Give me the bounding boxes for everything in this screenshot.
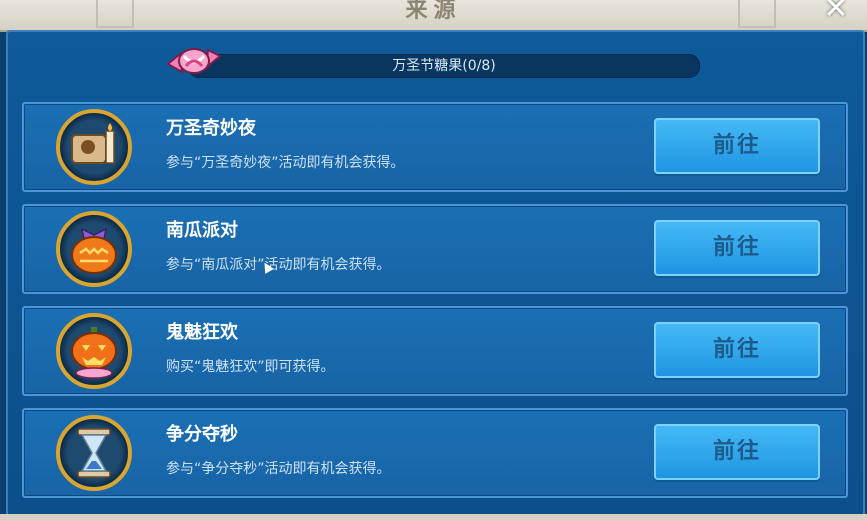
scroll-candle-icon — [56, 109, 132, 185]
candy-progress-label: 万圣节糖果(0/8) — [392, 58, 496, 74]
source-name: 南瓜派对 — [166, 220, 238, 241]
source-row-race-against-time: 争分夺秒 参与“争分夺秒”活动即有机会获得。 前往 — [22, 408, 848, 498]
source-name: 万圣奇妙夜 — [166, 118, 256, 139]
candy-progress-bar: 万圣节糖果(0/8) — [188, 54, 700, 78]
source-name: 争分夺秒 — [166, 424, 238, 445]
pumpkin-gift-icon — [56, 211, 132, 287]
source-desc: 购买“鬼魅狂欢”即可获得。 — [166, 359, 335, 375]
source-desc: 参与“争分夺秒”活动即有机会获得。 — [166, 461, 391, 477]
hourglass-icon — [56, 415, 132, 491]
title-bar: 来源 ✕ — [0, 0, 867, 32]
window-title: 来源 — [405, 0, 462, 23]
go-button[interactable]: 前往 — [654, 118, 820, 174]
close-button[interactable]: ✕ — [819, 0, 853, 24]
jack-o-lantern-icon — [56, 313, 132, 389]
source-row-pumpkin-party: 南瓜派对 参与“南瓜派对”活动即有机会获得。 前往 — [22, 204, 848, 294]
title-ornament-right — [738, 0, 776, 28]
source-desc: 参与“万圣奇妙夜”活动即有机会获得。 — [166, 155, 405, 171]
candy-icon — [166, 48, 222, 74]
go-button[interactable]: 前往 — [654, 220, 820, 276]
source-desc: 参与“南瓜派对”活动即有机会获得。 — [166, 257, 391, 273]
bottom-frame — [0, 514, 867, 520]
source-row-ghost-carnival: 鬼魅狂欢 购买“鬼魅狂欢”即可获得。 前往 — [22, 306, 848, 396]
go-button[interactable]: 前往 — [654, 424, 820, 480]
source-name: 鬼魅狂欢 — [166, 322, 238, 343]
candy-progress: 万圣节糖果(0/8) — [166, 48, 700, 80]
source-row-halloween-night: 万圣奇妙夜 参与“万圣奇妙夜”活动即有机会获得。 前往 — [22, 102, 848, 192]
go-button[interactable]: 前往 — [654, 322, 820, 378]
